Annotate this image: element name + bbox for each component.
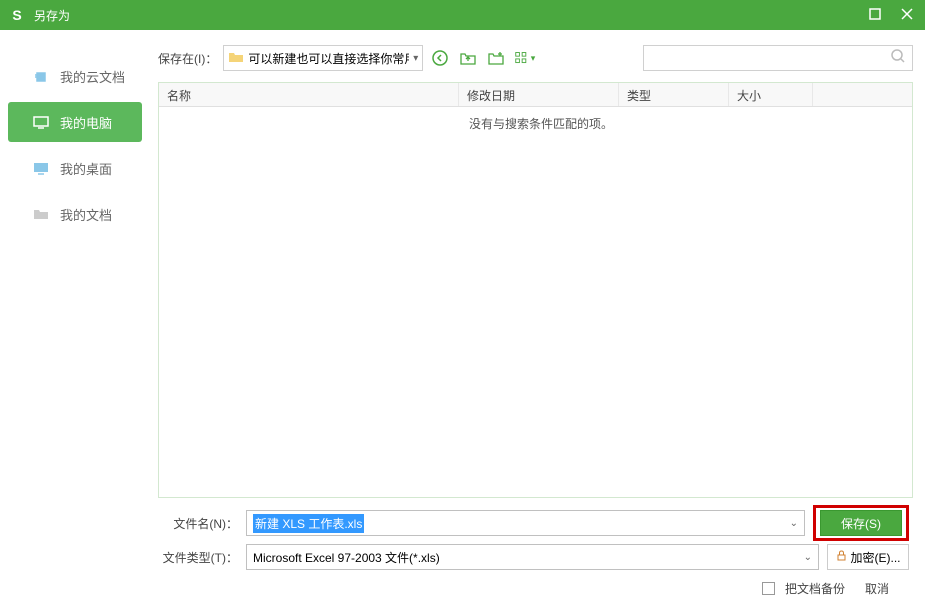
path-dropdown[interactable]: 可以新建也可以直接选择你常用的 ▾ xyxy=(223,45,423,71)
save-in-label: 保存在(I)： xyxy=(158,50,217,67)
current-path: 可以新建也可以直接选择你常用的 xyxy=(248,50,409,67)
sidebar-item-label: 我的电脑 xyxy=(60,113,112,132)
chevron-down-icon[interactable]: ⌄ xyxy=(790,518,798,529)
toolbar: 保存在(I)： 可以新建也可以直接选择你常用的 ▾ ▾ xyxy=(158,42,913,74)
maximize-button[interactable] xyxy=(865,5,885,25)
desktop-icon xyxy=(32,161,50,175)
chevron-down-icon: ▾ xyxy=(413,53,418,64)
chevron-down-icon[interactable]: ⌄ xyxy=(804,552,812,563)
search-box[interactable] xyxy=(643,45,913,71)
search-icon[interactable] xyxy=(890,48,906,69)
view-mode-button[interactable]: ▾ xyxy=(513,47,535,69)
file-list-body[interactable]: 没有与搜索条件匹配的项。 xyxy=(159,107,912,497)
filetype-dropdown[interactable]: Microsoft Excel 97-2003 文件(*.xls) ⌄ xyxy=(246,544,819,570)
filename-input[interactable]: 新建 XLS 工作表.xls ⌄ xyxy=(246,510,805,536)
back-button[interactable] xyxy=(429,47,451,69)
sidebar-item-cloud-docs[interactable]: 我的云文档 xyxy=(8,56,142,96)
window-title: 另存为 xyxy=(34,7,865,24)
computer-icon xyxy=(32,115,50,129)
column-headers: 名称 修改日期 类型 大小 xyxy=(159,83,912,107)
column-spacer xyxy=(813,83,912,106)
backup-checkbox[interactable] xyxy=(762,582,775,595)
save-button[interactable]: 保存(S) xyxy=(820,510,902,536)
empty-message: 没有与搜索条件匹配的项。 xyxy=(469,117,613,131)
sidebar-item-desktop[interactable]: 我的桌面 xyxy=(8,148,142,188)
lock-icon xyxy=(836,550,847,564)
backup-label: 把文档备份 xyxy=(785,580,845,597)
cancel-button[interactable]: 取消 xyxy=(865,580,889,597)
filename-label: 文件名(N)： xyxy=(162,515,238,532)
sidebar-item-computer[interactable]: 我的电脑 xyxy=(8,102,142,142)
filetype-label: 文件类型(T)： xyxy=(162,549,238,566)
folder-icon xyxy=(32,207,50,221)
highlight-frame: 保存(S) xyxy=(813,505,909,541)
sidebar-item-documents[interactable]: 我的文档 xyxy=(8,194,142,234)
sidebar-item-label: 我的文档 xyxy=(60,205,112,224)
sidebar-item-label: 我的桌面 xyxy=(60,159,112,178)
cloud-doc-icon xyxy=(32,69,50,83)
column-size[interactable]: 大小 xyxy=(729,83,813,106)
sidebar-item-label: 我的云文档 xyxy=(60,67,125,86)
encrypt-button[interactable]: 加密(E)... xyxy=(827,544,909,570)
close-button[interactable] xyxy=(897,5,917,25)
up-folder-button[interactable] xyxy=(457,47,479,69)
filetype-value: Microsoft Excel 97-2003 文件(*.xls) xyxy=(253,549,440,566)
titlebar: S 另存为 xyxy=(0,0,925,30)
column-name[interactable]: 名称 xyxy=(159,83,459,106)
file-list: 名称 修改日期 类型 大小 没有与搜索条件匹配的项。 xyxy=(158,82,913,498)
column-date[interactable]: 修改日期 xyxy=(459,83,619,106)
sidebar: 我的云文档 我的电脑 我的桌面 我的文档 xyxy=(0,30,150,605)
column-type[interactable]: 类型 xyxy=(619,83,729,106)
app-logo: S xyxy=(8,6,26,24)
search-input[interactable] xyxy=(650,51,890,65)
new-folder-button[interactable] xyxy=(485,47,507,69)
folder-icon xyxy=(228,50,244,67)
filename-value: 新建 XLS 工作表.xls xyxy=(253,514,364,533)
